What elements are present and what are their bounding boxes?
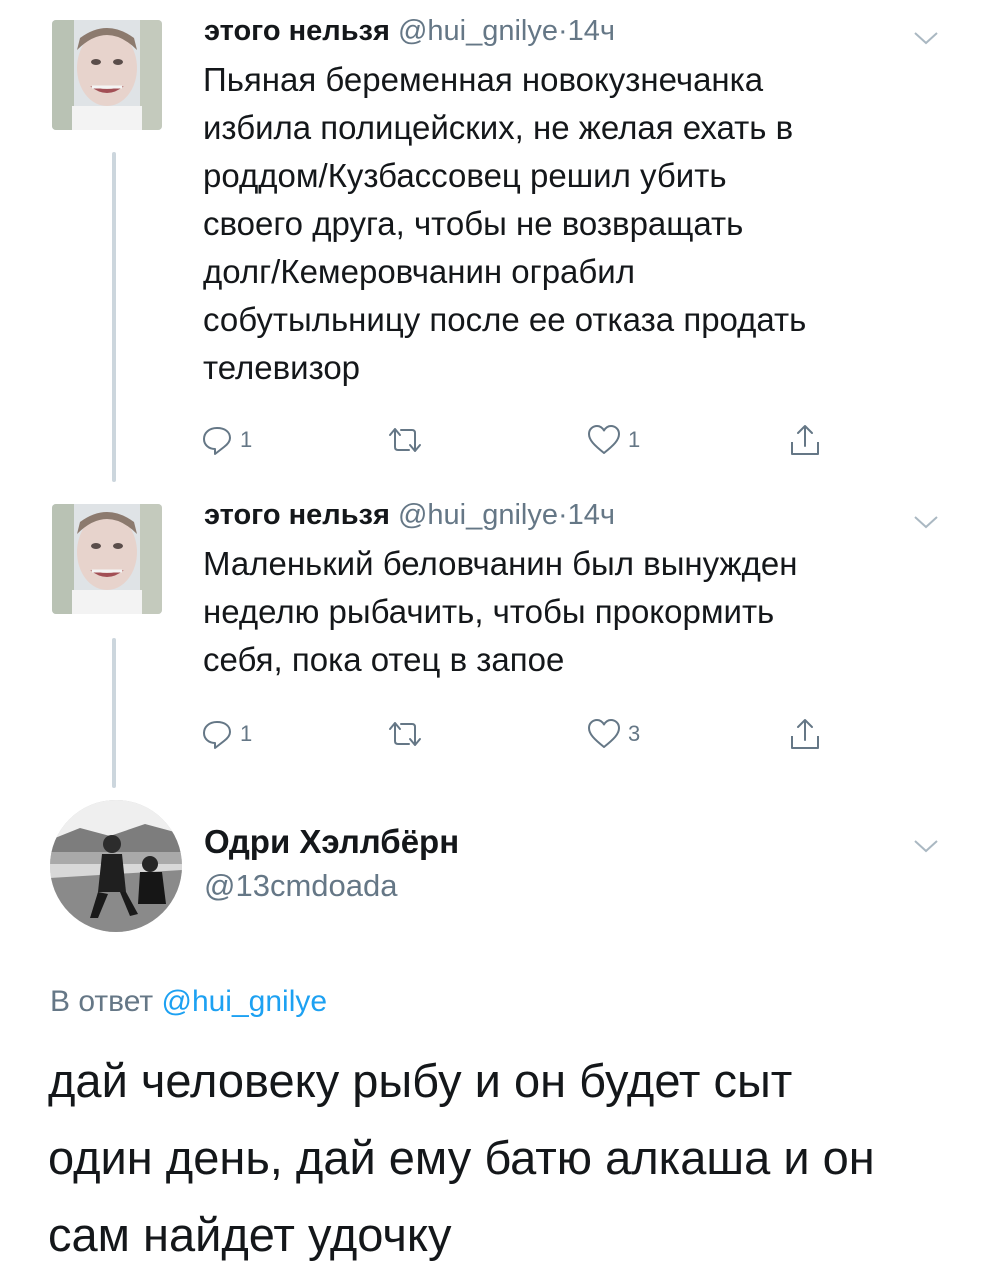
tweet-text-line: избила полицейских, не желая ехать в bbox=[203, 109, 794, 146]
tweet-text-line: один день, дай ему батю алкаша и он bbox=[48, 1131, 875, 1184]
retweet-button[interactable] bbox=[385, 420, 431, 460]
reply-mention-link[interactable]: @hui_gnilye bbox=[161, 985, 327, 1018]
tweet-actions: 1 1 bbox=[200, 420, 840, 460]
timestamp[interactable]: 14ч bbox=[568, 499, 615, 531]
tweet-text-line: долг/Кемеровчанин ограбил bbox=[203, 253, 635, 290]
separator-dot: · bbox=[557, 499, 568, 531]
author-handle[interactable]: @hui_gnilye bbox=[398, 499, 558, 531]
like-count: 1 bbox=[628, 427, 641, 452]
reply-count: 1 bbox=[240, 721, 253, 746]
chevron-down-icon[interactable] bbox=[912, 28, 940, 48]
author-handle[interactable]: @hui_gnilye bbox=[398, 15, 558, 47]
tweet-header: этого нельзя @hui_gnilye·14ч bbox=[204, 498, 615, 532]
heart-icon bbox=[588, 425, 620, 454]
chevron-down-icon[interactable] bbox=[912, 512, 940, 532]
share-icon bbox=[791, 719, 819, 749]
timestamp[interactable]: 14ч bbox=[568, 15, 615, 47]
reply-icon bbox=[203, 721, 231, 749]
tweet-text-line: дай человеку рыбу и он будет сыт bbox=[48, 1054, 793, 1107]
author-name[interactable]: Одри Хэллбёрн bbox=[204, 822, 459, 862]
thread-line bbox=[112, 152, 116, 482]
like-button[interactable]: 1 bbox=[586, 420, 640, 460]
author-handle[interactable]: @13cmdoada bbox=[204, 866, 397, 906]
avatar[interactable] bbox=[52, 20, 162, 130]
author-name[interactable]: этого нельзя bbox=[204, 15, 390, 47]
tweet-2[interactable]: этого нельзя @hui_gnilye·14ч Маленький б… bbox=[0, 490, 981, 790]
tweet-text-line: роддом/Кузбассовец решил убить bbox=[203, 157, 727, 194]
tweet-text-line: неделю рыбачить, чтобы прокормить bbox=[203, 593, 775, 630]
heart-icon bbox=[588, 719, 620, 748]
tweet-text-line: телевизор bbox=[203, 349, 361, 386]
reply-button[interactable]: 1 bbox=[200, 420, 252, 460]
author-name[interactable]: этого нельзя bbox=[204, 499, 390, 531]
reply-context: В ответ @hui_gnilye bbox=[50, 982, 327, 1022]
share-icon bbox=[791, 425, 819, 455]
tweet-text: Пьяная беременная новокузнечанка избила … bbox=[203, 56, 963, 392]
tweet-text-line: сам найдет удочку bbox=[48, 1208, 452, 1261]
reply-icon bbox=[203, 427, 231, 455]
tweet-text: Маленький беловчанин был вынужден неделю… bbox=[203, 540, 963, 684]
tweet-text: дай человеку рыбу и он будет сыт один де… bbox=[48, 1042, 968, 1273]
tweet-text-line: своего друга, чтобы не возвращать bbox=[203, 205, 744, 242]
tweet-1[interactable]: этого нельзя @hui_gnilye·14ч Пьяная бере… bbox=[0, 0, 981, 490]
avatar[interactable] bbox=[50, 800, 182, 932]
tweet-text-line: себя, пока отец в запое bbox=[203, 641, 565, 678]
share-button[interactable] bbox=[788, 420, 822, 460]
thread-line bbox=[112, 638, 116, 788]
tweet-actions: 1 3 bbox=[200, 714, 840, 754]
share-button[interactable] bbox=[788, 714, 822, 754]
reply-button[interactable]: 1 bbox=[200, 714, 252, 754]
chevron-down-icon[interactable] bbox=[912, 836, 940, 856]
reply-prefix: В ответ bbox=[50, 985, 154, 1018]
like-count: 3 bbox=[628, 721, 641, 746]
tweet-text-line: собутыльницу после ее отказа продать bbox=[203, 301, 807, 338]
retweet-button[interactable] bbox=[385, 714, 431, 754]
like-button[interactable]: 3 bbox=[586, 714, 640, 754]
retweet-icon bbox=[389, 428, 421, 452]
retweet-icon bbox=[389, 722, 421, 746]
separator-dot: · bbox=[557, 15, 568, 47]
tweet-header: этого нельзя @hui_gnilye·14ч bbox=[204, 14, 615, 48]
tweet-text-line: Пьяная беременная новокузнечанка bbox=[203, 61, 764, 98]
avatar[interactable] bbox=[52, 504, 162, 614]
tweet-text-line: Маленький беловчанин был вынужден bbox=[203, 545, 798, 582]
reply-count: 1 bbox=[240, 427, 253, 452]
